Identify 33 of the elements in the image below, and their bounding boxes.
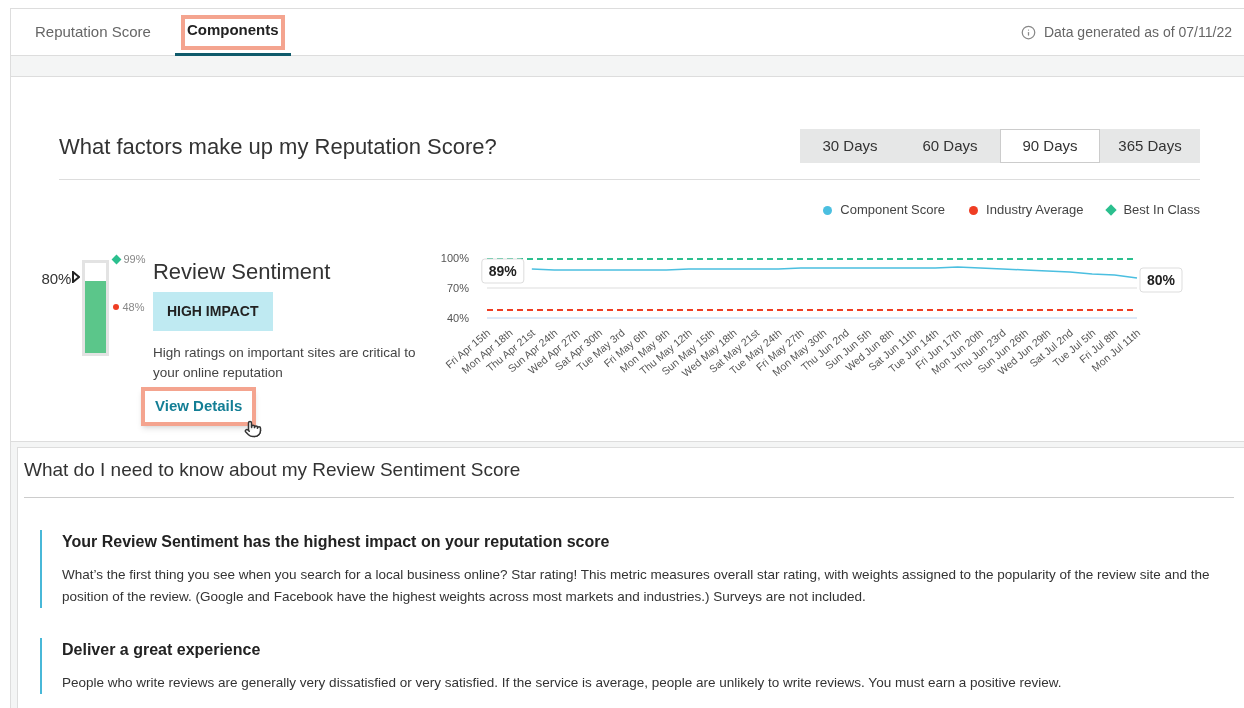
details-title: What do I need to know about my Review Sentiment Score: [24, 458, 522, 482]
marker-value: 48%: [122, 301, 145, 313]
tab[interactable]: Components: [174, 8, 291, 56]
component-description: High ratings on important sites are critical to your online reputation: [153, 344, 417, 382]
section-body: People who write reviews are generally very dissatisfied or very satisfied. If the service is average, people are unlikely to write reviews. You must earn a positive review.: [62, 673, 1063, 692]
data-date-note: Data generated as of 07/11/22: [1043, 22, 1232, 42]
section-body: What’s the first thing you see when you search for a local business online? Star rating! This metric measures overall star rating, with weights assigned to the popularity of the review site and the position of the review. (Google and Facebook have the highest weights across most markets and industries.) Surveys are not included.: [62, 565, 1211, 606]
value-callout: 80%: [1139, 267, 1183, 293]
legend-label: Best In Class: [1123, 201, 1200, 220]
y-tick-label: 70%: [446, 282, 469, 294]
value-callout: 89%: [481, 258, 525, 284]
section-heading: Deliver a great experience: [62, 639, 262, 660]
score-value: 80%: [41, 269, 72, 289]
period-tab[interactable]: 30 Days: [800, 129, 900, 163]
period-tab[interactable]: 60 Days: [900, 129, 1000, 163]
impact-badge: HIGH IMPACT: [153, 292, 273, 331]
hand-cursor-icon: [244, 419, 263, 438]
marker-value: 99%: [123, 253, 146, 265]
y-tick-label: 40%: [446, 312, 469, 324]
legend-label: Industry Average: [986, 201, 1084, 220]
pointer-icon: [72, 271, 81, 283]
component-name: Review Sentiment: [153, 258, 331, 286]
y-tick-label: 100%: [440, 252, 469, 264]
view-details-link[interactable]: View Details: [141, 387, 257, 426]
section-heading: Your Review Sentiment has the highest impact on your reputation score: [62, 531, 611, 552]
info-icon: [1020, 24, 1036, 40]
legend-label: Component Score: [840, 201, 946, 220]
period-tab[interactable]: 90 Days: [1000, 129, 1100, 163]
section-title: What factors make up my Reputation Score?: [59, 132, 497, 161]
annotation: 89%: [488, 263, 518, 279]
period-tab[interactable]: 365 Days: [1100, 129, 1200, 163]
annotation: 80%: [1146, 272, 1176, 288]
tab[interactable]: Reputation Score: [23, 8, 163, 56]
